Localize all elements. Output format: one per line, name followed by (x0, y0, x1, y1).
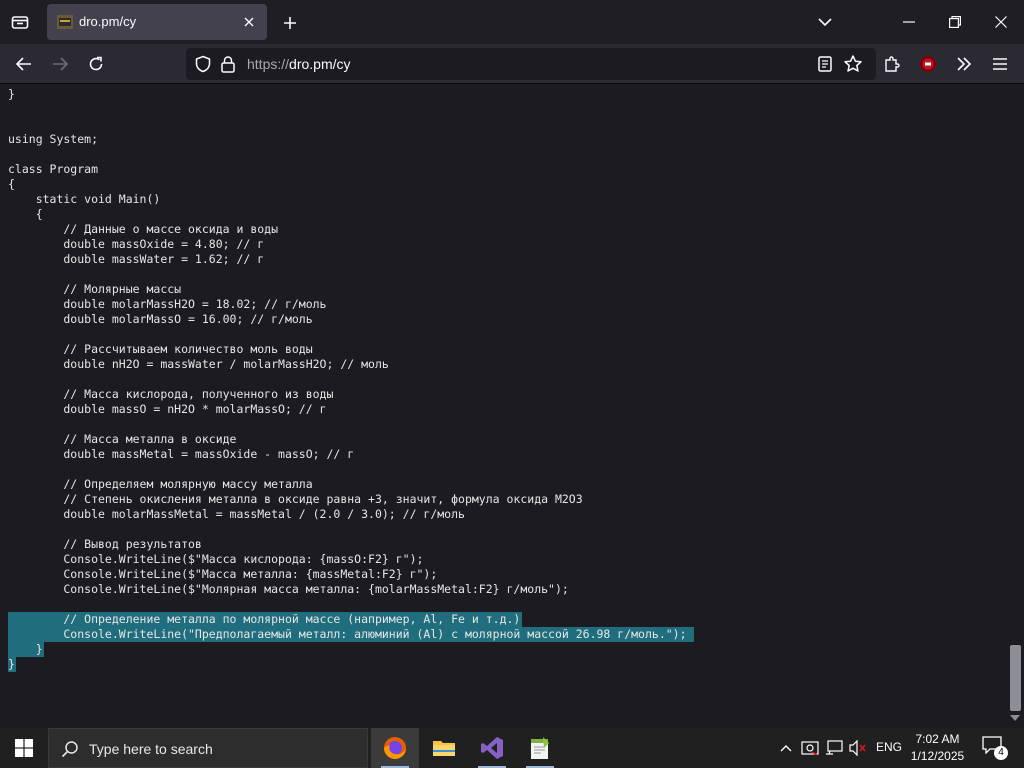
taskbar: Type here to search ENG 7:02 AM 1/12/202… (0, 728, 1024, 768)
volume-muted-icon[interactable] (848, 738, 868, 758)
hamburger-menu-icon[interactable] (988, 52, 1012, 76)
shield-icon[interactable] (194, 55, 212, 73)
code-line: Console.WriteLine($"Масса металла: {mass… (8, 567, 438, 581)
tab-active[interactable]: dro.pm/cy (47, 4, 267, 40)
code-line: // Молярные массы (8, 282, 182, 296)
code-line: // Рассчитываем количество моль воды (8, 342, 313, 356)
clock-time: 7:02 AM (915, 732, 960, 746)
code-line: // Определение металла по молярной массе… (8, 612, 521, 626)
code-line: Console.WriteLine("Предполагаемый металл… (8, 627, 687, 641)
search-icon (61, 741, 78, 758)
windows-logo-icon (15, 739, 33, 757)
address-bar[interactable]: https://dro.pm/cy (186, 48, 876, 80)
taskbar-notepad-plus-plus[interactable] (516, 728, 564, 768)
input-language[interactable]: ENG (876, 740, 902, 754)
start-button[interactable] (0, 728, 48, 768)
code-line: // Масса кислорода, полученного из воды (8, 387, 334, 401)
network-icon[interactable] (824, 738, 844, 758)
navigation-toolbar: https://dro.pm/cy (0, 44, 1024, 84)
taskbar-firefox[interactable] (371, 728, 419, 768)
visual-studio-icon (481, 737, 503, 759)
site-favicon-icon (57, 14, 73, 30)
code-line: } (8, 642, 43, 656)
url-host-path: dro.pm/cy (289, 56, 351, 72)
code-line: Console.WriteLine($"Молярная масса метал… (8, 582, 569, 596)
scrollbar-thumb[interactable] (1010, 645, 1021, 711)
folder-icon (433, 741, 455, 756)
reload-icon[interactable] (84, 52, 108, 76)
code-line: { (8, 207, 43, 221)
close-window-icon[interactable] (990, 12, 1012, 32)
ublock-origin-icon[interactable] (916, 52, 940, 76)
action-center-notifications[interactable]: 4 (982, 736, 1008, 760)
tab-bar: dro.pm/cy (0, 0, 1024, 44)
url-scheme: https:// (247, 56, 290, 72)
tab-manager-icon[interactable] (8, 12, 32, 32)
taskbar-search-box[interactable]: Type here to search (48, 728, 368, 768)
firefox-icon (384, 737, 406, 759)
code-line: Console.WriteLine($"Масса кислорода: {ma… (8, 552, 424, 566)
forward-arrow-icon[interactable] (48, 52, 72, 76)
extensions-puzzle-icon[interactable] (880, 52, 904, 76)
code-line: double massMetal = massOxide - massO; //… (8, 447, 355, 461)
taskbar-visual-studio[interactable] (468, 728, 516, 768)
code-line: static void Main() (8, 192, 161, 206)
new-tab-plus-icon[interactable] (279, 12, 301, 34)
code-line: double molarMassH2O = 18.02; // г/моль (8, 297, 327, 311)
scroll-down-arrow-icon[interactable] (1010, 715, 1020, 721)
code-line: } (8, 87, 15, 101)
minimize-icon[interactable] (898, 12, 920, 32)
notepad-plus-plus-icon (531, 737, 549, 759)
code-line: } (8, 657, 15, 671)
close-tab-icon[interactable] (239, 12, 259, 32)
meet-now-webcam-icon[interactable] (800, 738, 820, 758)
tab-title: dro.pm/cy (79, 14, 137, 29)
code-line: double molarMassO = 16.00; // г/моль (8, 312, 313, 326)
code-block: } using System; class Program{ static void… (8, 87, 687, 672)
code-line: // Вывод результатов (8, 537, 202, 551)
vertical-scrollbar[interactable] (1006, 85, 1024, 728)
code-line: using System; (8, 132, 99, 146)
code-line: // Масса металла в оксиде (8, 432, 237, 446)
notification-badge: 4 (994, 746, 1008, 760)
list-all-tabs-chevron-down-icon[interactable] (814, 12, 836, 32)
code-line: // Определяем молярную массу металла (8, 477, 313, 491)
url-text[interactable]: https://dro.pm/cy (247, 56, 351, 72)
screen: dro.pm/cy https://dro.pm/cy} using Syst… (0, 0, 1024, 768)
taskbar-file-explorer[interactable] (420, 728, 468, 768)
restore-icon[interactable] (944, 12, 966, 32)
back-arrow-icon[interactable] (12, 52, 36, 76)
search-placeholder: Type here to search (89, 741, 213, 757)
code-line: double nH2O = massWater / molarMassH2O; … (8, 357, 389, 371)
show-hidden-icons-chevron-up-icon[interactable] (776, 738, 796, 758)
clock[interactable]: 7:02 AM 1/12/2025 (900, 731, 975, 765)
code-line: double massO = nH2O * molarMassO; // г (8, 402, 327, 416)
code-line: class Program (8, 162, 99, 176)
clock-date: 1/12/2025 (910, 749, 965, 763)
code-line: double molarMassMetal = massMetal / (2.0… (8, 507, 465, 521)
code-line: double massOxide = 4.80; // г (8, 237, 265, 251)
code-line: double massWater = 1.62; // г (8, 252, 265, 266)
reader-view-icon[interactable] (816, 55, 834, 73)
code-line: // Степень окисления металла в оксиде ра… (8, 492, 583, 506)
page-content: } using System; class Program{ static void… (0, 85, 1006, 728)
lock-icon[interactable] (220, 55, 236, 73)
code-line: // Данные о массе оксида и воды (8, 222, 279, 236)
code-line: { (8, 177, 15, 191)
bookmark-star-icon[interactable] (843, 54, 863, 74)
more-tools-chevrons-icon[interactable] (952, 52, 976, 76)
